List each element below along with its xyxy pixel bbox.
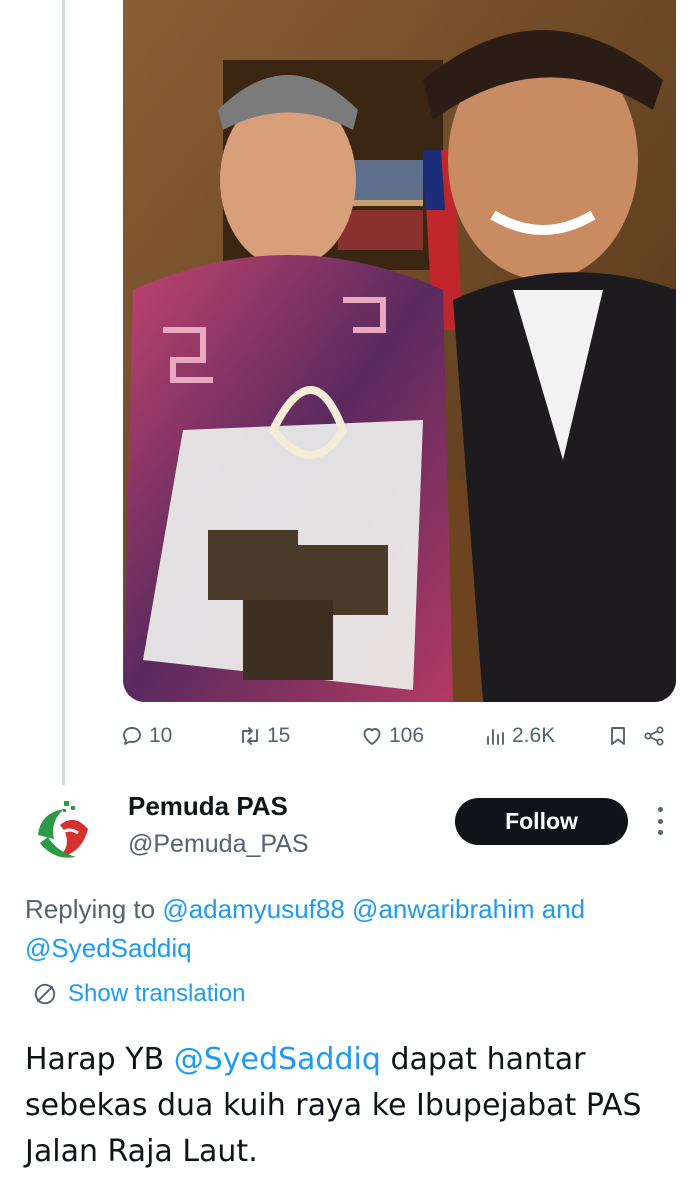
reply-icon xyxy=(123,727,141,745)
replying-joiner[interactable]: and xyxy=(542,894,585,924)
thread-connector-line xyxy=(62,0,65,785)
views-count: 2.6K xyxy=(512,724,556,747)
reply-button[interactable]: 10 xyxy=(120,716,172,756)
reply-text-start: Harap YB xyxy=(25,1042,165,1077)
reply-text: Harap YB @SyedSaddiq dapat hantar sebeka… xyxy=(25,1037,685,1175)
bookmark-button[interactable] xyxy=(606,716,630,756)
share-button[interactable] xyxy=(642,716,666,756)
user-handle[interactable]: @Pemuda_PAS xyxy=(128,830,309,859)
show-translation-label: Show translation xyxy=(68,980,246,1007)
more-icon-dot xyxy=(657,830,663,835)
like-count: 106 xyxy=(389,724,425,747)
tweet-action-bar: 10 15 106 2.6K xyxy=(118,716,678,756)
mention-link[interactable]: @SyedSaddiq xyxy=(174,1042,381,1077)
views-icon xyxy=(487,729,504,745)
mention-link[interactable]: @anwaribrahim xyxy=(352,894,534,924)
more-icon-dot xyxy=(657,807,663,812)
views-button[interactable]: 2.6K xyxy=(483,716,555,756)
replying-prefix: Replying to xyxy=(25,894,156,924)
pemuda-pas-logo-icon xyxy=(30,795,102,867)
follow-button[interactable]: Follow xyxy=(455,798,628,845)
reply-count: 10 xyxy=(149,724,173,747)
translate-icon xyxy=(34,983,56,1005)
avatar[interactable] xyxy=(30,795,102,867)
mention-link[interactable]: @SyedSaddiq xyxy=(25,933,192,963)
retweet-button[interactable]: 15 xyxy=(238,716,290,756)
like-button[interactable]: 106 xyxy=(360,716,424,756)
bookmark-icon xyxy=(611,727,625,745)
share-icon xyxy=(644,726,664,746)
tweet-photo[interactable] xyxy=(123,0,676,702)
display-name[interactable]: Pemuda PAS xyxy=(128,791,288,822)
retweet-icon xyxy=(242,727,258,745)
retweet-count: 15 xyxy=(267,724,291,747)
like-icon xyxy=(363,728,381,745)
more-options-button[interactable] xyxy=(648,803,672,839)
show-translation-link[interactable]: Show translation xyxy=(32,980,245,1008)
tweet-photo-image xyxy=(123,0,676,702)
more-icon-dot xyxy=(657,818,663,824)
replying-to: Replying to @adamyusuf88 @anwaribrahim a… xyxy=(25,890,685,968)
mention-link[interactable]: @adamyusuf88 xyxy=(162,894,345,924)
